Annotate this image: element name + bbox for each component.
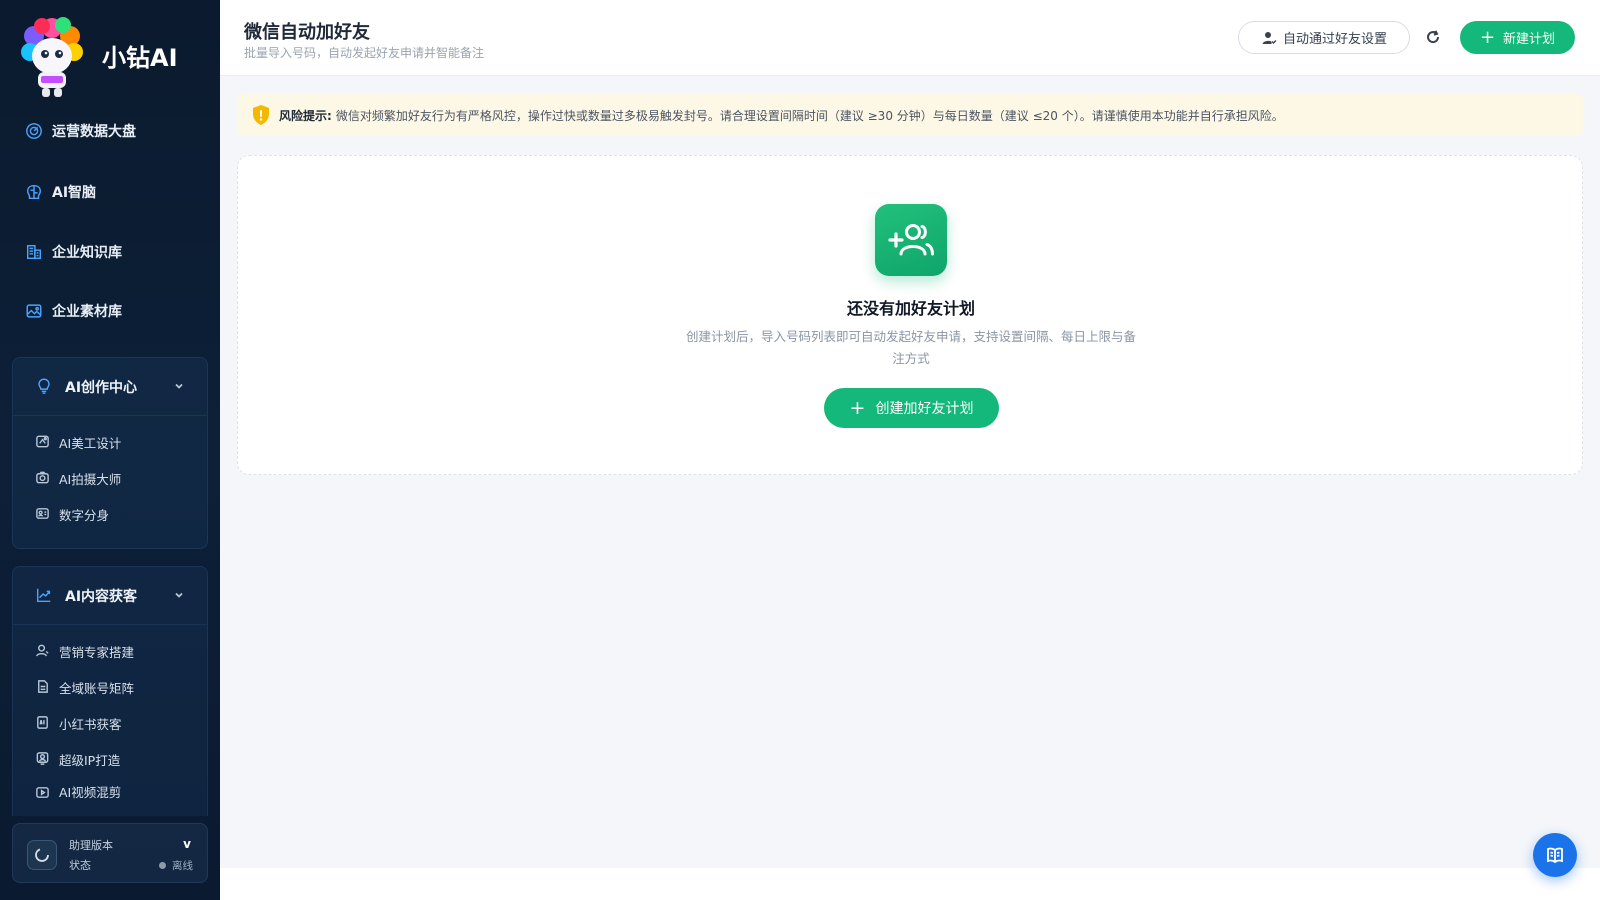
sidebar-item-video-mix[interactable]: AI视频混剪 [13,777,207,801]
document-icon [35,679,51,695]
auto-accept-settings-label: 自动通过好友设置 [1282,32,1387,47]
loading-spinner-icon [27,840,57,870]
sidebar-item-label: AI美工设计 [59,435,122,451]
user-check-icon [1262,31,1277,44]
brain-icon [24,182,44,202]
risk-warning-text: 微信对频繁加好友行为有严格风控，操作过快或数量过多极易触发封号。请合理设置间隔时… [335,108,1284,123]
refresh-button[interactable] [1422,26,1444,48]
sidebar-item-label: AI拍摄大师 [59,471,122,487]
ai-doc-icon [35,715,51,731]
nav-group-label: AI创作中心 [65,379,138,396]
nav-item-asset-library[interactable]: 企业素材库 [24,297,122,325]
nav-item-label: 企业素材库 [52,304,122,320]
plus-icon: + [1479,26,1496,48]
dashboard-icon [24,121,44,141]
lightbulb-gear-icon [35,377,55,397]
sidebar-item-xiaohongshu[interactable]: 小红书获客 [13,705,207,741]
nav-item-knowledge-base[interactable]: 企业知识库 [24,238,122,266]
assistant-status-card[interactable]: 助理版本 状态 v 离线 [12,823,208,883]
sidebar: 小钻AI 运营数据大盘 AI智脑 企业知识库 企业素材库 AI创作中心 AI美工… [0,0,220,900]
user-icon [35,643,51,659]
sidebar-item-label: 小红书获客 [59,716,122,732]
create-plan-button[interactable]: + 创建加好友计划 [824,388,999,428]
refresh-icon [1427,30,1440,44]
brand-name: 小钻AI [102,43,178,72]
nav-group-label: AI内容获客 [65,588,138,605]
assistant-status-label: 状态 [69,859,91,872]
assistant-version-label: 助理版本 [69,839,113,852]
camera-icon [35,470,51,486]
mascot-logo-icon [18,12,86,98]
page-header: 微信自动加好友 批量导入号码，自动发起好友申请并智能备注 自动通过好友设置 + … [220,0,1600,76]
chevron-down-icon [173,589,185,601]
nav-item-label: 企业知识库 [52,245,122,261]
video-icon [35,785,51,801]
sidebar-item-marketing-expert[interactable]: 营销专家搭建 [13,633,207,669]
offline-dot-icon [159,862,166,869]
sidebar-item-label: 全域账号矩阵 [59,680,135,696]
warning-shield-icon [253,105,269,125]
sidebar-item-digital-avatar[interactable]: 数字分身 [13,496,207,532]
help-docs-button[interactable] [1533,833,1577,877]
assistant-status-value: 离线 [159,858,193,873]
building-icon [24,242,44,262]
nav-group-header-ai-creation[interactable]: AI创作中心 [13,358,207,416]
nav-group-ai-creation: AI创作中心 AI美工设计 AI拍摄大师 数字分身 [12,357,208,549]
trend-chart-icon [35,586,55,606]
empty-state-description: 创建计划后，导入号码列表即可自动发起好友申请，支持设置间隔、每日上限与备注方式 [686,329,1137,366]
nav-item-dashboard[interactable]: 运营数据大盘 [24,117,136,145]
page-title: 微信自动加好友 [244,22,370,43]
sidebar-item-label: 超级IP打造 [59,752,121,768]
page-subtitle: 批量导入号码，自动发起好友申请并智能备注 [244,46,485,60]
create-plan-label: 创建加好友计划 [875,401,974,417]
sidebar-item-label: AI视频混剪 [59,785,122,800]
sidebar-item-ai-photo[interactable]: AI拍摄大师 [13,460,207,496]
id-card-icon [35,506,51,522]
chevron-down-icon [173,380,185,392]
main-content: 微信自动加好友 批量导入号码，自动发起好友申请并智能备注 自动通过好友设置 + … [220,0,1600,900]
assistant-version-value: v [183,837,191,851]
nav-item-label: 运营数据大盘 [52,124,136,140]
open-book-icon [1547,847,1563,864]
assistant-status-text: 离线 [172,860,193,872]
nav-group-header-ai-content[interactable]: AI内容获客 [13,567,207,625]
new-plan-label: 新建计划 [1503,32,1556,47]
empty-state-title: 还没有加好友计划 [846,299,975,318]
sidebar-item-ai-design[interactable]: AI美工设计 [13,424,207,460]
sidebar-item-label: 营销专家搭建 [59,644,135,660]
image-icon [24,301,44,321]
bottom-strip [220,868,1600,900]
sidebar-item-super-ip[interactable]: 超级IP打造 [13,741,207,777]
plus-icon: + [849,396,866,419]
risk-warning-banner: 风险提示: 微信对频繁加好友行为有严格风控，操作过快或数量过多极易触发封号。请合… [237,94,1583,136]
new-plan-button[interactable]: + 新建计划 [1460,21,1575,54]
badge-user-icon [35,751,51,767]
sidebar-item-account-matrix[interactable]: 全域账号矩阵 [13,669,207,705]
nav-item-label: AI智脑 [52,185,97,201]
brand-logo[interactable]: 小钻AI [18,10,218,100]
nav-item-ai-brain[interactable]: AI智脑 [24,178,96,206]
sidebar-item-label: 数字分身 [59,507,110,523]
risk-warning-label: 风险提示: [279,108,332,123]
nav-group-ai-content: AI内容获客 营销专家搭建 全域账号矩阵 小红书获客 超级IP打造 AI视频混剪 [12,566,208,816]
palette-icon [35,434,51,450]
add-friends-icon [875,204,947,276]
empty-state-card: 还没有加好友计划 创建计划后，导入号码列表即可自动发起好友申请，支持设置间隔、每… [237,155,1583,475]
auto-accept-settings-button[interactable]: 自动通过好友设置 [1238,21,1410,54]
